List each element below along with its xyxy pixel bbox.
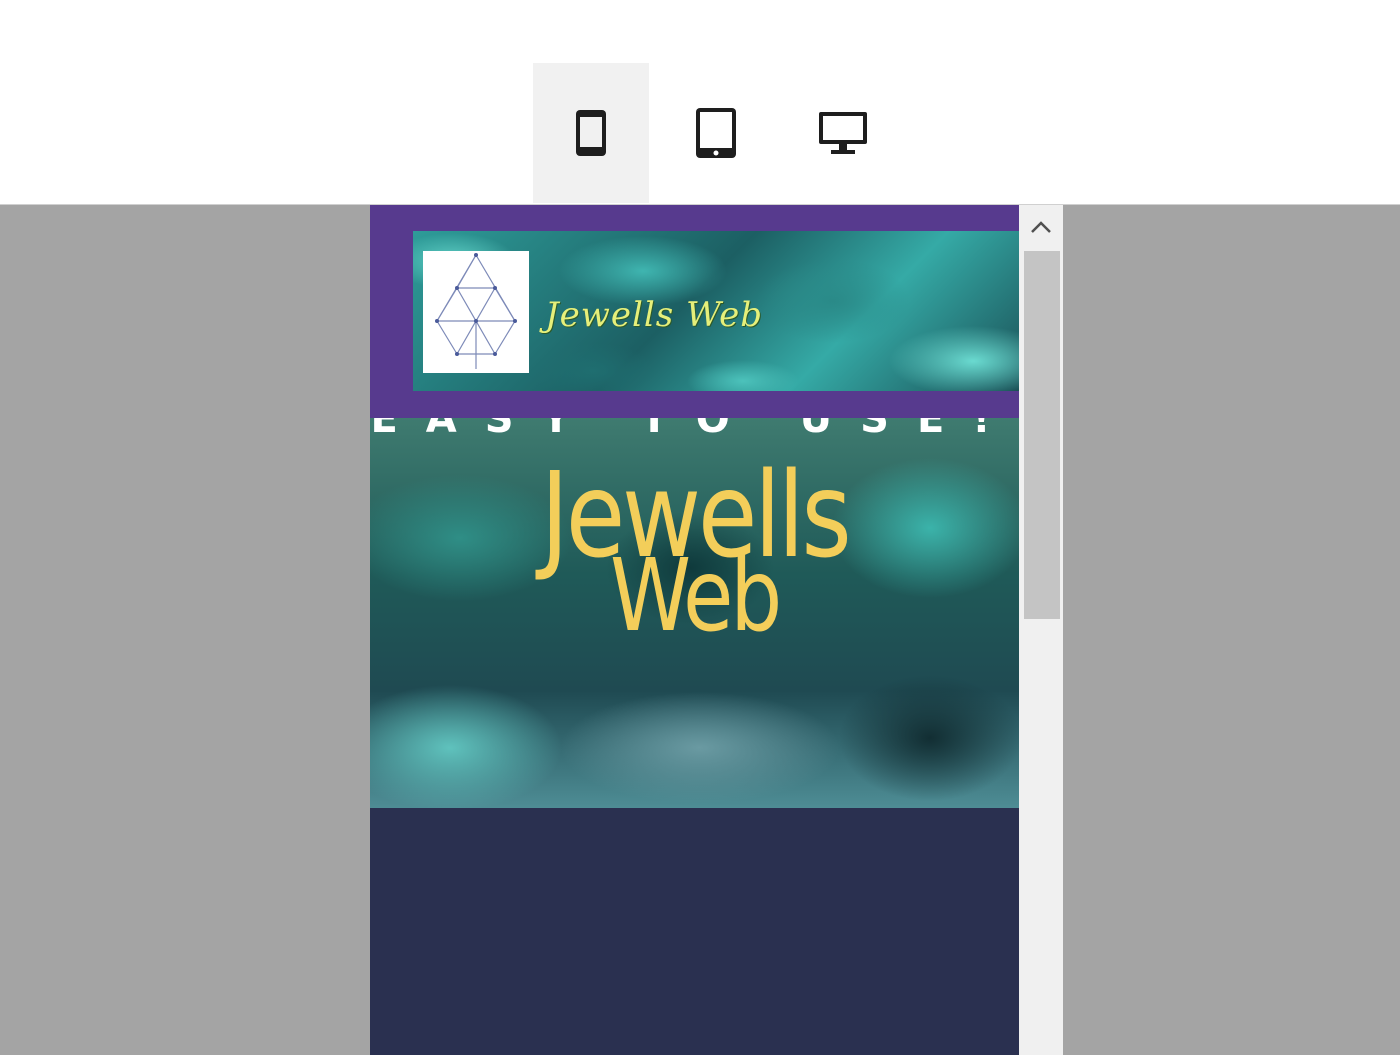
site-preview: Jewells Web EASY TO USE! Jewells Web <box>370 205 1019 1055</box>
header-banner: Jewells Web <box>413 231 1019 391</box>
hero-subtitle: Web <box>610 537 782 654</box>
tablet-view-button[interactable] <box>658 63 774 203</box>
mobile-phone-icon <box>576 110 606 156</box>
preview-scrollbar[interactable] <box>1019 205 1063 1055</box>
desktop-monitor-icon <box>819 112 867 154</box>
site-header: Jewells Web <box>370 205 1019 418</box>
hero-tagline: EASY TO USE! <box>370 418 1019 442</box>
scrollbar-thumb[interactable] <box>1024 251 1060 619</box>
tablet-icon <box>696 108 736 158</box>
site-logo <box>423 251 529 373</box>
scroll-up-button[interactable] <box>1019 205 1063 249</box>
mobile-view-button[interactable] <box>533 63 649 203</box>
preview-stage: Jewells Web EASY TO USE! Jewells Web <box>370 205 1063 1055</box>
banner-title: Jewells Web <box>545 295 764 335</box>
device-toolbar <box>0 0 1400 205</box>
chevron-up-icon <box>1031 221 1051 233</box>
footer-section <box>370 808 1019 1055</box>
desktop-view-button[interactable] <box>785 63 901 203</box>
hero-section: EASY TO USE! Jewells Web <box>370 418 1019 808</box>
geometric-logo-icon <box>435 253 517 369</box>
